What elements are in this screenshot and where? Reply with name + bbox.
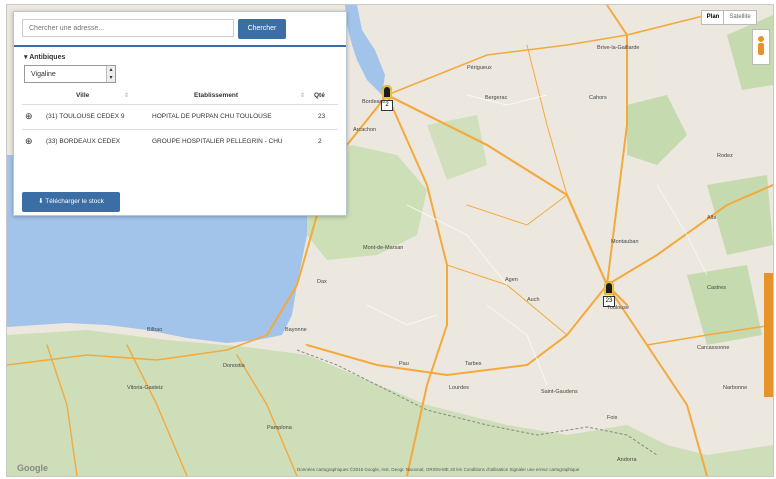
- city-label: Bayonne: [285, 327, 307, 333]
- cell-etablissement: GROUPE HOSPITALIER PELLEGRIN - CHU: [152, 138, 283, 145]
- city-label: Bilbao: [147, 327, 163, 333]
- sort-icon[interactable]: ⇕: [300, 92, 305, 99]
- map-type-plan-button[interactable]: Plan: [701, 10, 725, 25]
- city-label: Agen: [505, 277, 518, 283]
- antibiotics-section-header[interactable]: ▾ Antibiques: [24, 53, 65, 61]
- column-header-ville[interactable]: Ville: [76, 92, 89, 99]
- city-label: Dax: [317, 279, 327, 285]
- download-stock-button[interactable]: ⬇ Télécharger le stock: [22, 192, 120, 212]
- header-divider: [22, 104, 338, 105]
- city-label: Saint-Gaudens: [541, 389, 578, 395]
- city-label: Mont-de-Marsan: [363, 245, 404, 251]
- city-label: Cahors: [589, 95, 607, 101]
- city-label: Arcachon: [353, 127, 377, 133]
- drug-select-value: Vigaline: [31, 71, 56, 78]
- city-label: Vitoria-Gasteiz: [127, 385, 163, 391]
- zoom-slider[interactable]: [764, 273, 773, 397]
- city-label: Pau: [399, 361, 409, 367]
- download-label: Télécharger le stock: [45, 198, 104, 205]
- cell-ville: (33) BORDEAUX CEDEX: [46, 138, 121, 145]
- city-label: Narbonne: [723, 385, 748, 391]
- cell-qte: 23: [318, 113, 326, 120]
- row-divider: [22, 129, 338, 130]
- map-marker-toulouse[interactable]: 23: [603, 281, 615, 307]
- city-label: Foix: [607, 415, 618, 421]
- city-label: Albi: [707, 215, 717, 221]
- cell-etablissement: HOPITAL DE PURPAN CHU TOULOUSE: [152, 113, 272, 120]
- city-label: Auch: [527, 297, 540, 303]
- city-label: Toulouse: [607, 305, 630, 311]
- sort-icon[interactable]: ⇕: [124, 92, 129, 99]
- select-arrows-icon: ▴ ▾: [106, 66, 115, 82]
- city-label: Brive-la-Gaillarde: [597, 45, 640, 51]
- marker-pin-icon: [382, 85, 392, 99]
- section-label: Antibiques: [29, 54, 66, 61]
- marker-pin-icon: [604, 281, 614, 295]
- column-header-qte[interactable]: Qté: [314, 92, 325, 99]
- city-label: Bergerac: [485, 95, 508, 101]
- city-label: Andorra: [617, 457, 637, 463]
- expand-icon[interactable]: ⊕: [25, 111, 33, 122]
- panel-divider: [14, 45, 346, 47]
- table-row[interactable]: ⊕ (31) TOULOUSE CEDEX 9 HOPITAL DE PURPA…: [22, 107, 338, 127]
- city-label: Donostia: [223, 363, 245, 369]
- city-label: Lourdes: [449, 385, 469, 391]
- drug-select[interactable]: Vigaline ▴ ▾: [24, 65, 116, 83]
- city-label: Montauban: [611, 239, 639, 245]
- city-label: Tarbes: [465, 361, 482, 367]
- search-button[interactable]: Chercher: [238, 19, 286, 39]
- city-label: Périgueux: [467, 65, 492, 71]
- street-view-pegman-icon[interactable]: [752, 29, 770, 65]
- map-type-satellite-button[interactable]: Satellite: [723, 10, 757, 25]
- map-attribution[interactable]: Données cartographiques ©2015 Google, In…: [297, 467, 579, 472]
- city-label: Carcassonne: [697, 345, 730, 351]
- city-label: Castres: [707, 285, 726, 291]
- city-label: Rodez: [717, 153, 733, 159]
- search-panel: Chercher ▾ Antibiques Vigaline ▴▾ Ville …: [13, 11, 347, 216]
- table-row[interactable]: ⊕ (33) BORDEAUX CEDEX GROUPE HOSPITALIER…: [22, 132, 338, 152]
- search-input[interactable]: [22, 19, 234, 37]
- expand-icon[interactable]: ⊕: [25, 136, 33, 147]
- city-label: Bordeaux: [362, 99, 386, 105]
- map-marker-bordeaux[interactable]: 2: [381, 85, 393, 111]
- cell-qte: 2: [318, 138, 322, 145]
- city-label: Pamplona: [267, 425, 292, 431]
- cell-ville: (31) TOULOUSE CEDEX 9: [46, 113, 125, 120]
- google-logo: Google: [17, 463, 48, 473]
- map-frame[interactable]: Chercher ▾ Antibiques Vigaline ▴▾ Ville …: [6, 4, 774, 477]
- column-header-etablissement[interactable]: Etablissement: [194, 92, 238, 99]
